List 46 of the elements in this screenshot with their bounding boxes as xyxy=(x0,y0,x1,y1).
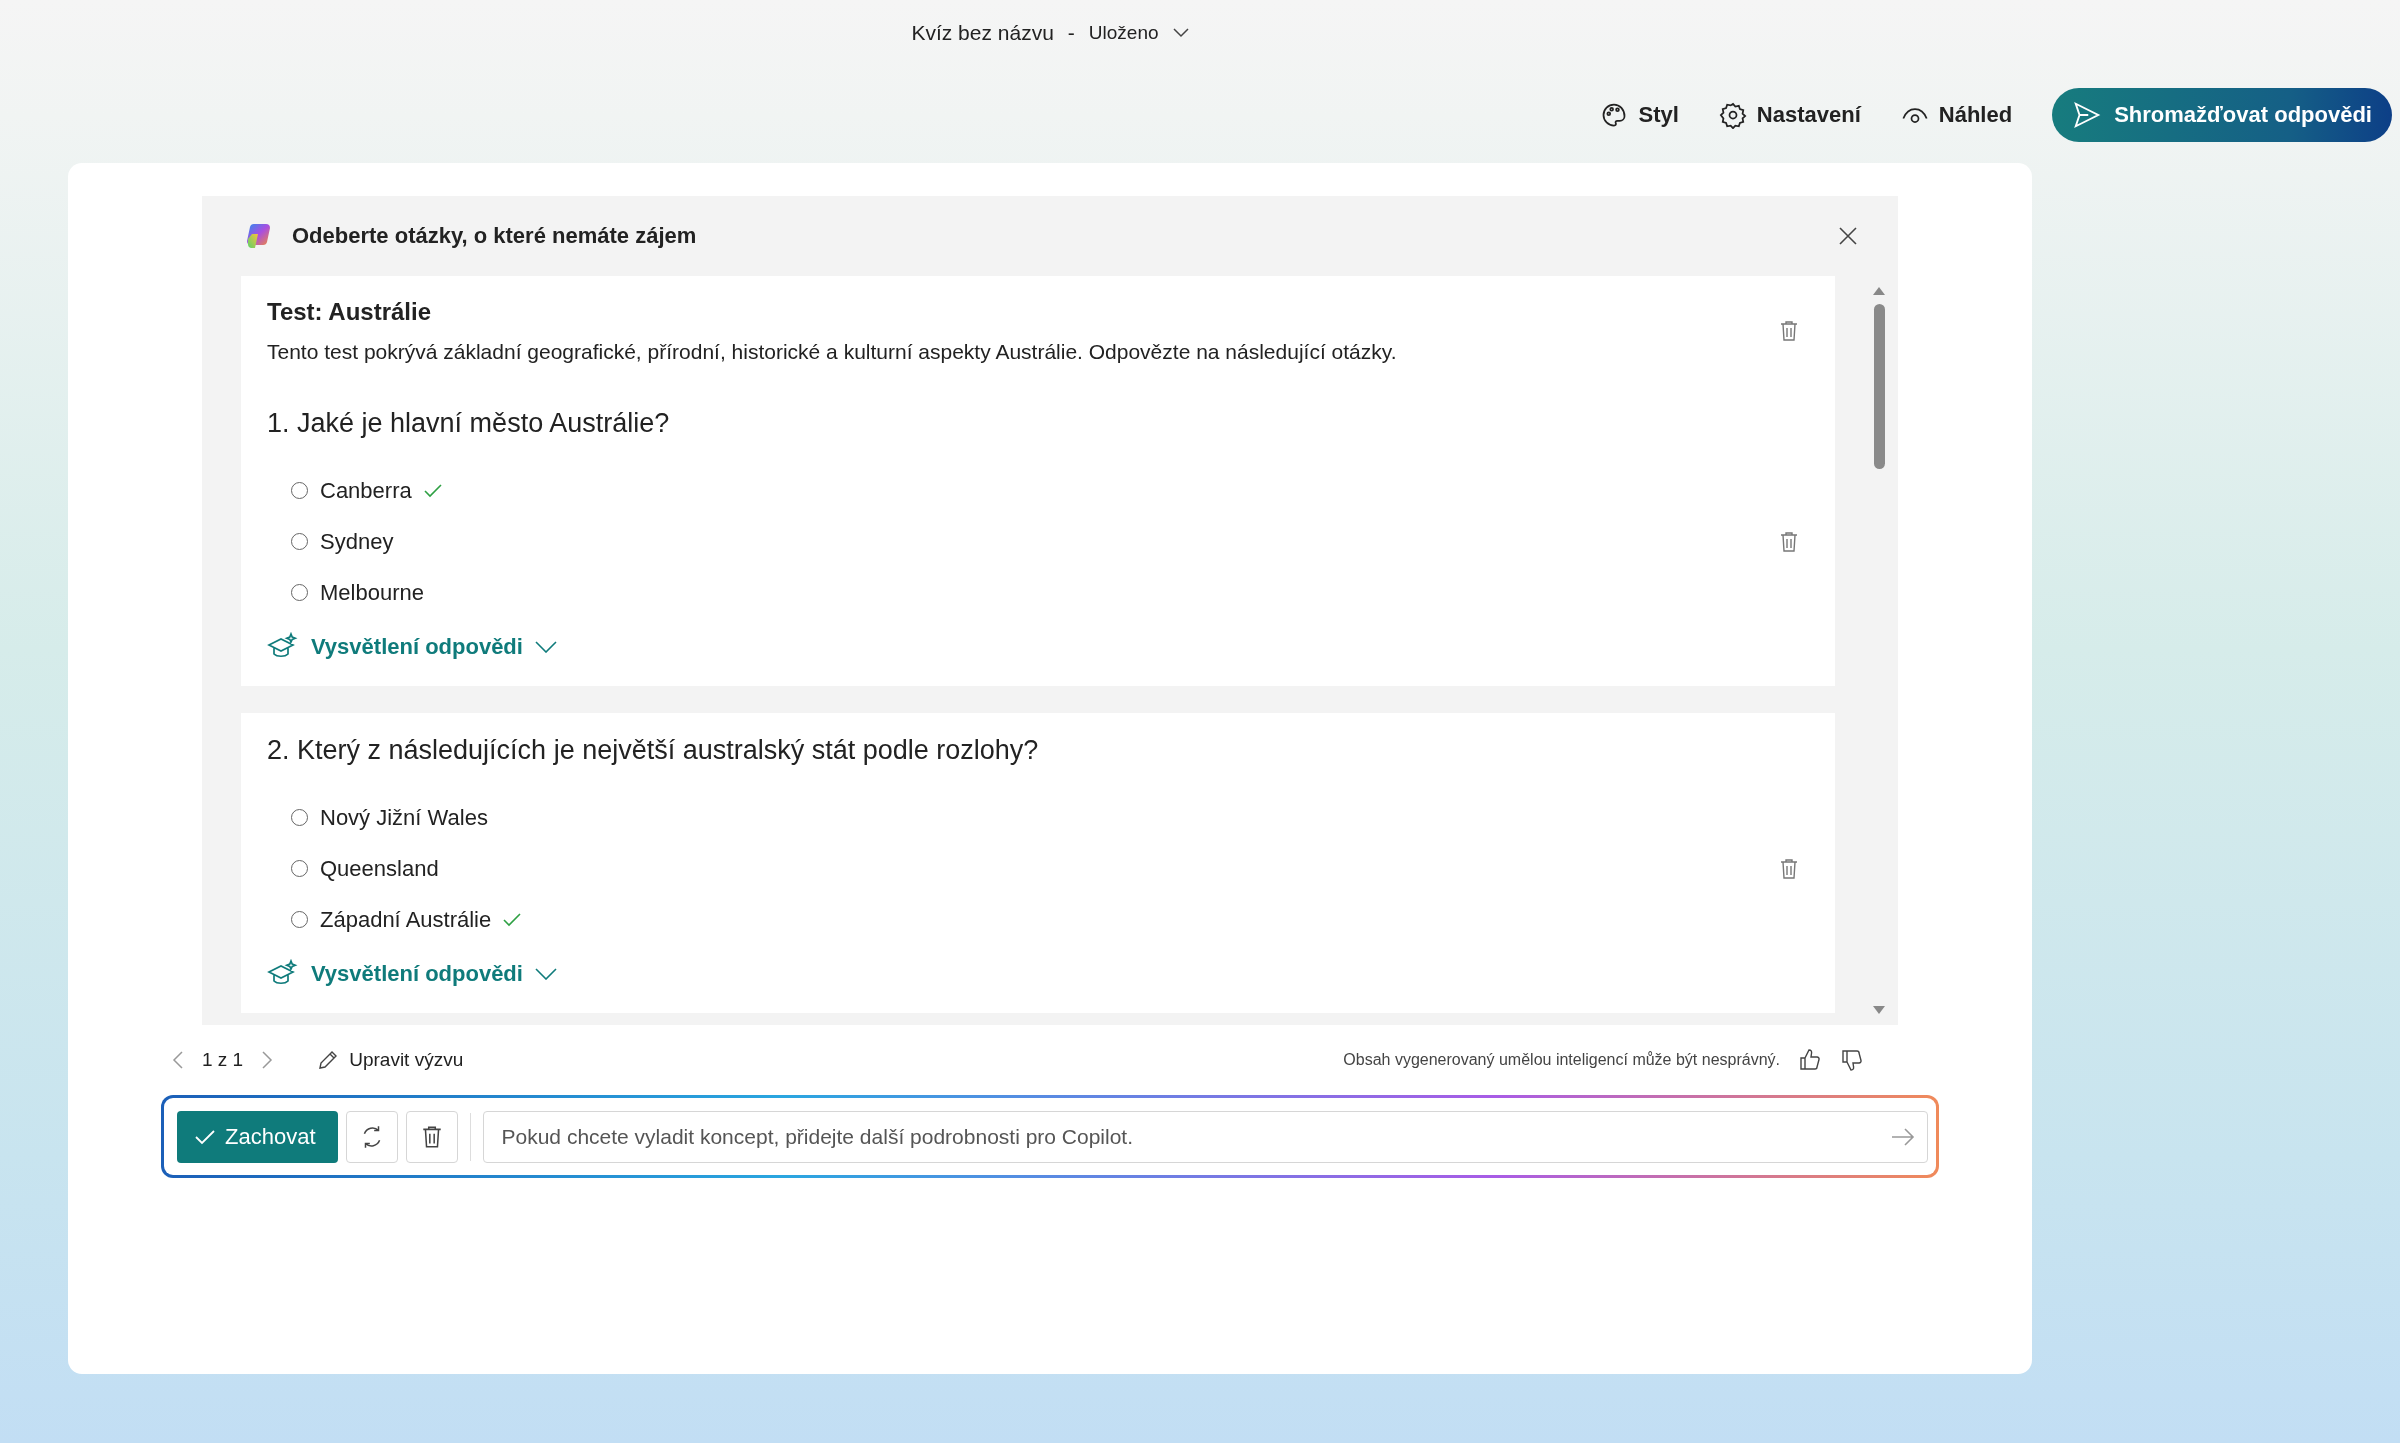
settings-button[interactable]: Nastavení xyxy=(1718,100,1861,129)
settings-icon[interactable] xyxy=(1718,100,1747,129)
option-label: Nový Jižní Wales xyxy=(320,804,488,831)
title-separator: - xyxy=(1067,21,1075,45)
next-icon[interactable] xyxy=(261,1050,274,1070)
chevron-down-icon[interactable] xyxy=(534,968,557,980)
delete-icon[interactable] xyxy=(1779,320,1799,342)
option-label: Západní Austrálie xyxy=(320,906,492,933)
collect-responses-button[interactable]: Shromažďovat odpovědi xyxy=(2052,87,2392,142)
thumbs-up-icon[interactable] xyxy=(1798,1048,1822,1072)
prompt-input[interactable]: Pokud chcete vyladit koncept, přidejte další podrobnosti pro Copilot. xyxy=(499,1123,1891,1150)
quiz-heading: Test: Austrálie xyxy=(267,298,433,326)
chevron-down-icon[interactable] xyxy=(534,641,557,653)
chevron-down-icon[interactable] xyxy=(1172,28,1189,38)
delete-icon[interactable] xyxy=(1779,530,1799,553)
scroll-down-icon[interactable] xyxy=(1872,1005,1886,1015)
trash-icon[interactable] xyxy=(420,1124,443,1149)
thumbs-down-icon[interactable] xyxy=(1840,1048,1864,1072)
option-label: Canberra xyxy=(320,477,412,504)
answer-explanation-toggle[interactable]: Vysvětlení odpovědi xyxy=(267,632,557,662)
keep-button[interactable]: Zachovat xyxy=(177,1110,338,1163)
option-label: Sydney xyxy=(320,528,394,555)
edit-prompt-button[interactable]: Upravit výzvu xyxy=(311,1048,470,1072)
scrollbar-thumb[interactable] xyxy=(1873,304,1885,469)
ai-disclaimer: Obsah vygenerovaný umělou inteligencí může být nesprávný. xyxy=(1343,1051,1780,1069)
delete-icon[interactable] xyxy=(1779,857,1799,880)
close-icon[interactable] xyxy=(1838,226,1858,246)
panel-title: Odeberte otázky, o které nemáte zájem xyxy=(292,223,698,249)
style-button[interactable]: Styl xyxy=(1600,100,1679,129)
prompt-input-field[interactable]: Pokud chcete vyladit koncept, přidejte další podrobnosti pro Copilot. xyxy=(482,1110,1928,1163)
question-text: 1. Jaké je hlavní město Austrálie? xyxy=(267,408,671,439)
option-label: Queensland xyxy=(320,855,439,882)
page-indicator: 1 z 1 xyxy=(202,1049,244,1071)
regenerate-button[interactable] xyxy=(345,1110,398,1163)
discard-button[interactable] xyxy=(405,1110,458,1163)
quiz-title[interactable]: Kvíz bez názvu xyxy=(911,21,1054,45)
preview-button[interactable]: Náhled xyxy=(1900,100,2013,129)
question-text: 2. Který z následujících je největší australský stát podle rozlohy? xyxy=(267,735,1040,766)
save-status[interactable]: Uloženo xyxy=(1088,22,1159,44)
scroll-up-icon[interactable] xyxy=(1872,286,1886,296)
send-arrow-icon[interactable] xyxy=(1891,1126,1915,1147)
previous-icon[interactable] xyxy=(172,1050,184,1070)
check-icon[interactable] xyxy=(195,1128,215,1145)
answer-explanation-toggle[interactable]: Vysvětlení odpovědi xyxy=(267,959,557,989)
option-label: Melbourne xyxy=(320,579,424,606)
quiz-description: Tento test pokrývá základní geografické, přírodní, historické a kulturní aspekty Austrálie. Odpovězte na následující otázky. xyxy=(267,340,1397,364)
